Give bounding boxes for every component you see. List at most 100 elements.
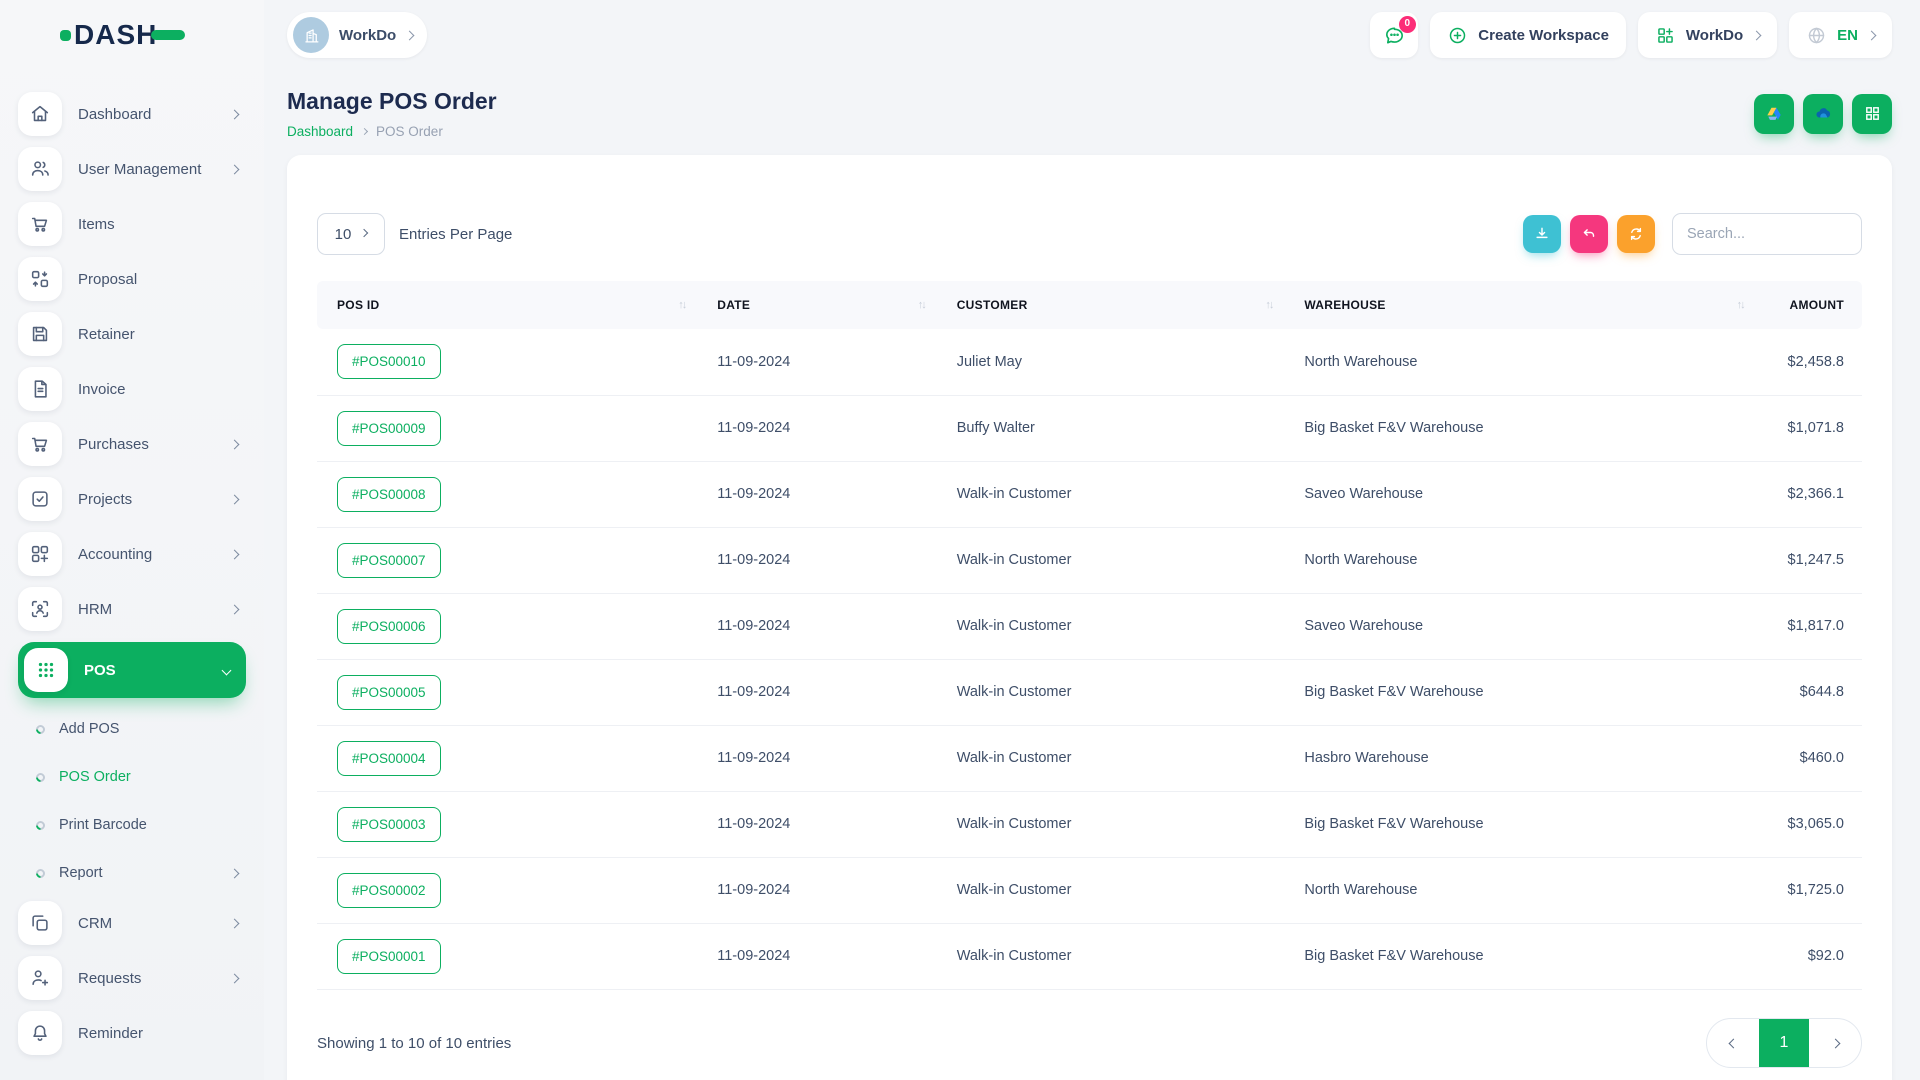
table-row: #POS00010 11-09-2024 Juliet May North Wa… — [317, 329, 1862, 395]
order-amount: $1,071.8 — [1762, 395, 1862, 461]
order-amount: $1,817.0 — [1762, 593, 1862, 659]
refresh-button[interactable] — [1617, 215, 1655, 253]
app-grid-icon — [1655, 25, 1676, 46]
chevron-icon — [231, 606, 238, 613]
order-customer: Juliet May — [943, 329, 1291, 395]
bullet-icon — [34, 819, 47, 832]
chevron-right-icon — [1830, 1038, 1840, 1048]
order-amount: $3,065.0 — [1762, 791, 1862, 857]
sidebar-item[interactable]: Purchases — [18, 422, 246, 466]
language-selector[interactable]: EN — [1789, 12, 1892, 58]
order-warehouse: Big Basket F&V Warehouse — [1290, 791, 1761, 857]
app-logo[interactable]: DASH — [60, 19, 185, 51]
workspace-selector[interactable]: WorkDo — [287, 12, 427, 58]
pagination-current-page[interactable]: 1 — [1759, 1019, 1809, 1067]
sidebar-item[interactable]: User Management — [18, 147, 246, 191]
pos-id-link[interactable]: #POS00008 — [337, 477, 441, 512]
sort-icon[interactable]: ↑↓ — [918, 299, 929, 311]
entries-per-page-select[interactable]: 10 — [317, 213, 385, 255]
users-icon — [18, 147, 62, 191]
sidebar-item[interactable]: Proposal — [18, 257, 246, 301]
pos-id-link[interactable]: #POS00004 — [337, 741, 441, 776]
sidebar-item[interactable]: Requests — [18, 956, 246, 1000]
order-customer: Walk-in Customer — [943, 461, 1291, 527]
bullet-icon — [34, 867, 47, 880]
column-header-customer[interactable]: CUSTOMER↑↓ — [943, 281, 1291, 329]
pagination-prev-button[interactable] — [1707, 1019, 1759, 1067]
messages-count-badge: 0 — [1399, 16, 1416, 33]
create-workspace-button[interactable]: Create Workspace — [1430, 12, 1626, 58]
pos-order-table: POS ID↑↓ DATE↑↓ CUSTOMER↑↓ WAREHOUSE↑↓ A… — [317, 281, 1862, 990]
chevron-down-icon — [405, 30, 415, 40]
undo-button[interactable] — [1570, 215, 1608, 253]
sidebar-item[interactable]: CRM — [18, 901, 246, 945]
export-download-button[interactable] — [1523, 215, 1561, 253]
workspace-switcher-button[interactable]: WorkDo — [1638, 12, 1777, 58]
pos-id-link[interactable]: #POS00009 — [337, 411, 441, 446]
sidebar-item[interactable]: Items — [18, 202, 246, 246]
table-row: #POS00002 11-09-2024 Walk-in Customer No… — [317, 857, 1862, 923]
order-amount: $644.8 — [1762, 659, 1862, 725]
pos-id-link[interactable]: #POS00010 — [337, 344, 441, 379]
order-customer: Walk-in Customer — [943, 923, 1291, 989]
sidebar-item[interactable]: Projects — [18, 477, 246, 521]
order-customer: Walk-in Customer — [943, 857, 1291, 923]
order-customer: Buffy Walter — [943, 395, 1291, 461]
google-drive-button[interactable] — [1754, 94, 1794, 134]
table-row: #POS00006 11-09-2024 Walk-in Customer Sa… — [317, 593, 1862, 659]
file-invoice-icon — [18, 367, 62, 411]
column-header-amount[interactable]: AMOUNT — [1762, 281, 1862, 329]
sidebar-item[interactable]: Reminder — [18, 1011, 246, 1055]
sidebar-item[interactable]: Print Barcode — [18, 805, 246, 845]
grid-icon — [1863, 104, 1882, 123]
search-input[interactable] — [1672, 213, 1862, 255]
sort-icon[interactable]: ↑↓ — [1737, 299, 1748, 311]
chevron-right-icon — [362, 129, 367, 134]
sidebar-item-label: POS Order — [59, 769, 131, 785]
chevron-icon — [231, 111, 238, 118]
sort-icon[interactable]: ↑↓ — [1265, 299, 1276, 311]
pos-id-link[interactable]: #POS00005 — [337, 675, 441, 710]
column-header-date[interactable]: DATE↑↓ — [703, 281, 942, 329]
sidebar-item[interactable]: Report — [18, 853, 246, 893]
order-customer: Walk-in Customer — [943, 791, 1291, 857]
sidebar-item-label: User Management — [78, 161, 201, 178]
sidebar-item-label: Print Barcode — [59, 817, 147, 833]
chevron-icon — [231, 920, 238, 927]
column-header-warehouse[interactable]: WAREHOUSE↑↓ — [1290, 281, 1761, 329]
chevron-down-icon — [1752, 30, 1762, 40]
column-header-pos-id[interactable]: POS ID↑↓ — [317, 281, 703, 329]
chevron-icon — [231, 870, 238, 877]
check-square-icon — [18, 477, 62, 521]
sidebar-item[interactable]: HRM — [18, 587, 246, 631]
pos-id-link[interactable]: #POS00003 — [337, 807, 441, 842]
sidebar-item[interactable]: Add POS — [18, 709, 246, 749]
pos-id-link[interactable]: #POS00006 — [337, 609, 441, 644]
sidebar-item[interactable]: Dashboard — [18, 92, 246, 136]
pos-id-link[interactable]: #POS00002 — [337, 873, 441, 908]
sidebar-item[interactable]: POS Order — [18, 757, 246, 797]
order-customer: Walk-in Customer — [943, 725, 1291, 791]
breadcrumb-current: POS Order — [376, 124, 443, 139]
breadcrumb-dashboard-link[interactable]: Dashboard — [287, 124, 353, 139]
user-scan-icon — [18, 587, 62, 631]
onedrive-button[interactable] — [1803, 94, 1843, 134]
order-warehouse: North Warehouse — [1290, 329, 1761, 395]
messages-button[interactable]: 0 — [1370, 12, 1418, 58]
pagination: 1 — [1706, 1018, 1862, 1068]
pos-id-link[interactable]: #POS00007 — [337, 543, 441, 578]
order-date: 11-09-2024 — [703, 329, 942, 395]
order-warehouse: Big Basket F&V Warehouse — [1290, 659, 1761, 725]
order-warehouse: Saveo Warehouse — [1290, 593, 1761, 659]
table-row: #POS00009 11-09-2024 Buffy Walter Big Ba… — [317, 395, 1862, 461]
pos-id-link[interactable]: #POS00001 — [337, 939, 441, 974]
cart-icon — [18, 422, 62, 466]
sidebar-item[interactable]: Invoice — [18, 367, 246, 411]
sidebar-item[interactable]: Retainer — [18, 312, 246, 356]
pagination-next-button[interactable] — [1809, 1019, 1861, 1067]
sort-icon[interactable]: ↑↓ — [678, 299, 689, 311]
order-date: 11-09-2024 — [703, 857, 942, 923]
grid-view-button[interactable] — [1852, 94, 1892, 134]
sidebar-item[interactable]: Accounting — [18, 532, 246, 576]
sidebar-item[interactable]: POS — [18, 642, 246, 698]
